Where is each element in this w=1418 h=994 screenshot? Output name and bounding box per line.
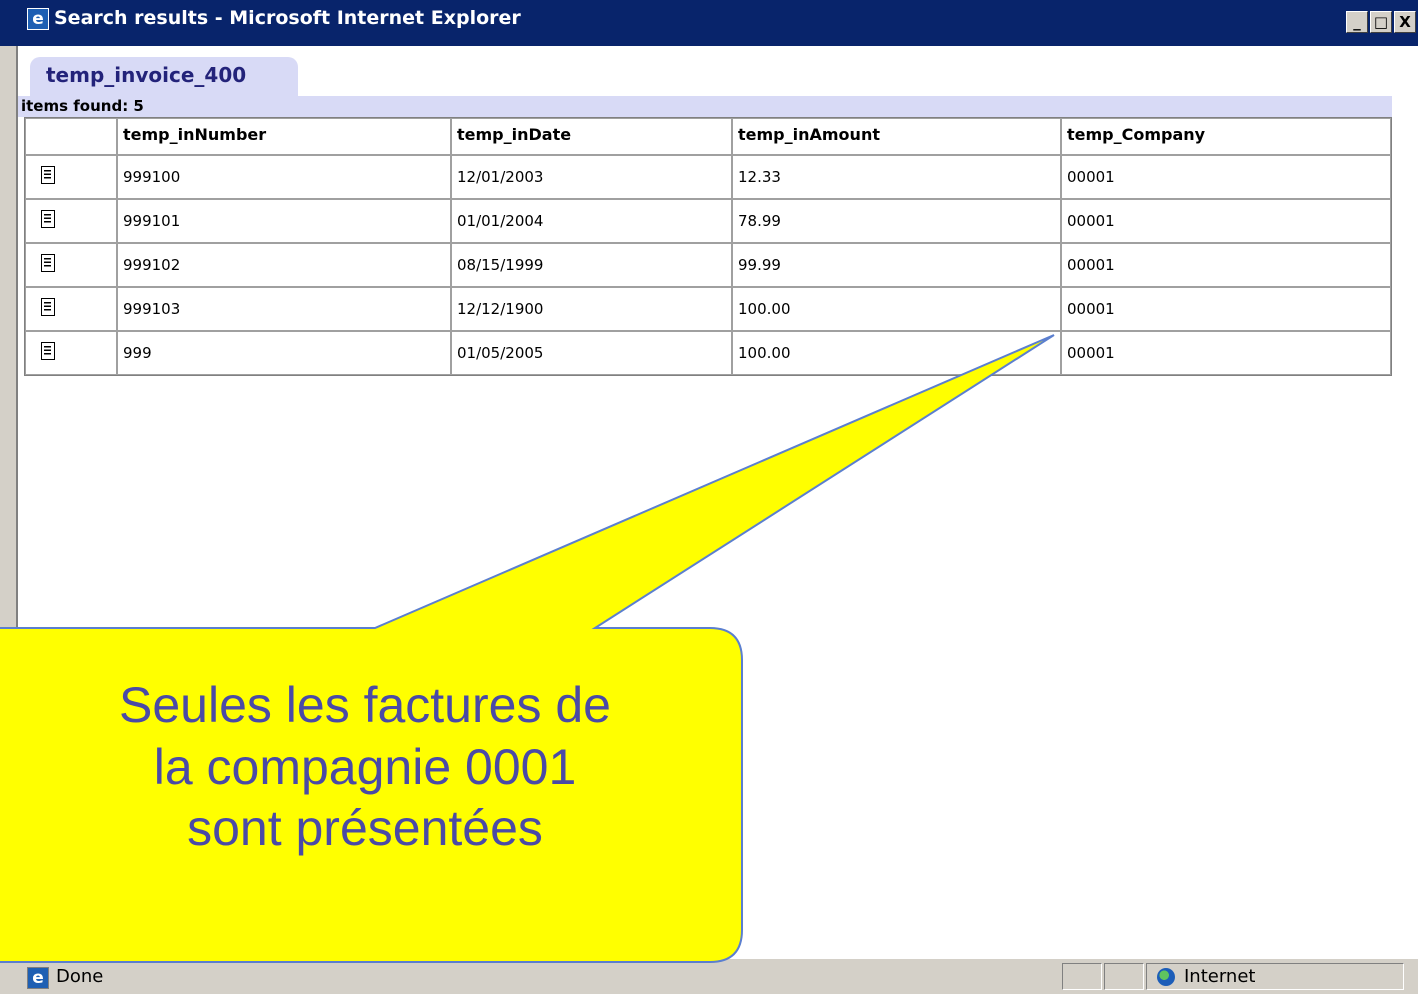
cell-inAmount: 100.00 bbox=[732, 287, 1061, 331]
tab-temp-invoice[interactable]: temp_invoice_400 bbox=[30, 57, 298, 96]
column-header-inDate[interactable]: temp_inDate bbox=[451, 118, 732, 155]
internet-globe-icon bbox=[1157, 968, 1175, 986]
cell-inNumber: 999100 bbox=[117, 155, 451, 199]
cell-inAmount: 12.33 bbox=[732, 155, 1061, 199]
table-row[interactable]: 999103 12/12/1900 100.00 00001 bbox=[25, 287, 1391, 331]
row-icon-cell[interactable] bbox=[25, 287, 117, 331]
cell-inNumber: 999102 bbox=[117, 243, 451, 287]
document-icon[interactable] bbox=[41, 210, 55, 228]
cell-inDate: 12/01/2003 bbox=[451, 155, 732, 199]
table-row[interactable]: 999100 12/01/2003 12.33 00001 bbox=[25, 155, 1391, 199]
cell-company: 00001 bbox=[1061, 287, 1391, 331]
minimize-button[interactable]: _ bbox=[1346, 11, 1368, 33]
cell-inAmount: 78.99 bbox=[732, 199, 1061, 243]
column-header-inAmount[interactable]: temp_inAmount bbox=[732, 118, 1061, 155]
cell-company: 00001 bbox=[1061, 243, 1391, 287]
row-icon-cell[interactable] bbox=[25, 199, 117, 243]
tab-label: temp_invoice_400 bbox=[46, 63, 247, 87]
status-text: Done bbox=[56, 966, 104, 987]
cell-company: 00001 bbox=[1061, 331, 1391, 375]
row-icon-cell[interactable] bbox=[25, 155, 117, 199]
status-bar: e Done Internet bbox=[0, 958, 1418, 994]
cell-inAmount: 99.99 bbox=[732, 243, 1061, 287]
cell-company: 00001 bbox=[1061, 155, 1391, 199]
document-icon[interactable] bbox=[41, 298, 55, 316]
results-table: temp_inNumber temp_inDate temp_inAmount … bbox=[24, 117, 1392, 376]
cell-inDate: 08/15/1999 bbox=[451, 243, 732, 287]
row-icon-cell[interactable] bbox=[25, 331, 117, 375]
title-bar: e Search results - Microsoft Internet Ex… bbox=[0, 0, 1418, 46]
status-panel bbox=[1062, 963, 1102, 990]
cell-inNumber: 999 bbox=[117, 331, 451, 375]
callout-line: Seules les factures de bbox=[119, 677, 611, 733]
cell-company: 00001 bbox=[1061, 199, 1391, 243]
status-panel bbox=[1104, 963, 1144, 990]
table-header-row: temp_inNumber temp_inDate temp_inAmount … bbox=[25, 118, 1391, 155]
table-row[interactable]: 999101 01/01/2004 78.99 00001 bbox=[25, 199, 1391, 243]
items-found-label: items found: 5 bbox=[21, 97, 144, 115]
items-found-bar: items found: 5 bbox=[18, 96, 1392, 117]
cell-inNumber: 999101 bbox=[117, 199, 451, 243]
column-header-inNumber[interactable]: temp_inNumber bbox=[117, 118, 451, 155]
cell-inDate: 12/12/1900 bbox=[451, 287, 732, 331]
callout-line: sont présentées bbox=[187, 800, 543, 856]
document-icon[interactable] bbox=[41, 166, 55, 184]
row-icon-cell[interactable] bbox=[25, 243, 117, 287]
callout-text: Seules les factures de la compagnie 0001… bbox=[0, 675, 770, 860]
table-row[interactable]: 999102 08/15/1999 99.99 00001 bbox=[25, 243, 1391, 287]
callout-line: la compagnie 0001 bbox=[153, 738, 577, 795]
cell-inDate: 01/05/2005 bbox=[451, 331, 732, 375]
window-title: Search results - Microsoft Internet Expl… bbox=[54, 7, 521, 29]
document-icon[interactable] bbox=[41, 342, 55, 360]
security-zone-label: Internet bbox=[1184, 966, 1256, 987]
close-button[interactable]: X bbox=[1394, 11, 1416, 33]
cell-inNumber: 999103 bbox=[117, 287, 451, 331]
cell-inDate: 01/01/2004 bbox=[451, 199, 732, 243]
tab-row: temp_invoice_400 bbox=[18, 46, 1418, 96]
document-icon[interactable] bbox=[41, 254, 55, 272]
page-status-icon: e bbox=[27, 967, 49, 989]
ie-logo-icon: e bbox=[27, 8, 49, 30]
table-row[interactable]: 999 01/05/2005 100.00 00001 bbox=[25, 331, 1391, 375]
cell-inAmount: 100.00 bbox=[732, 331, 1061, 375]
maximize-button[interactable]: □ bbox=[1370, 11, 1392, 33]
column-header-icon bbox=[25, 118, 117, 155]
window-controls: _ □ X bbox=[1346, 11, 1416, 33]
column-header-company[interactable]: temp_Company bbox=[1061, 118, 1391, 155]
